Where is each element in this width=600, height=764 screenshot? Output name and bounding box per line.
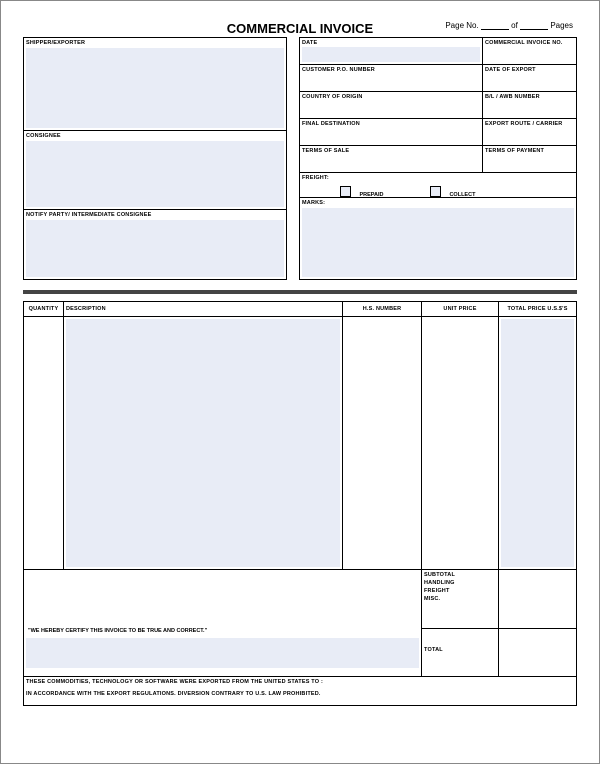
marks-label: MARKS: xyxy=(300,198,576,206)
pages-label: Pages xyxy=(550,21,573,30)
col-description: DESCRIPTION xyxy=(63,301,343,317)
pages-blank[interactable] xyxy=(520,21,548,30)
section-divider xyxy=(23,290,577,294)
col-unit-price: UNIT PRICE xyxy=(421,301,499,317)
date-label: DATE xyxy=(300,38,482,46)
col-hs-number: H.S. NUMBER xyxy=(342,301,422,317)
signature-field[interactable] xyxy=(26,638,419,668)
terms-sale-box: TERMS OF SALE xyxy=(299,145,483,173)
document-page: COMMERCIAL INVOICE Page No. of Pages SHI… xyxy=(0,0,600,764)
handling-label: HANDLING xyxy=(422,578,498,586)
invoice-no-box: COMMERCIAL INVOICE NO. xyxy=(482,37,577,65)
prepaid-checkbox[interactable] xyxy=(340,186,351,197)
misc-label: MISC. xyxy=(422,594,498,602)
notify-party-label: NOTIFY PARTY/ INTERMEDIATE CONSIGNEE xyxy=(24,210,286,218)
final-dest-label: FINAL DESTINATION xyxy=(300,119,482,127)
consignee-label: CONSIGNEE xyxy=(24,131,286,139)
shipper-exporter-field[interactable] xyxy=(26,48,284,128)
shipper-exporter-label: SHIPPER/EXPORTER xyxy=(24,38,286,46)
disclaimer-box: THESE COMMODITIES, TECHNOLOGY OR SOFTWAR… xyxy=(23,676,577,706)
bl-awb-box: B/L / AWB NUMBER xyxy=(482,91,577,119)
disclaimer-line2: IN ACCORDANCE WITH THE EXPORT REGULATION… xyxy=(24,685,576,697)
invoice-sheet: COMMERCIAL INVOICE Page No. of Pages SHI… xyxy=(23,21,577,743)
total-price-body[interactable] xyxy=(498,316,577,570)
consignee-field[interactable] xyxy=(26,141,284,207)
col-quantity: QUANTITY xyxy=(23,301,64,317)
page-number: Page No. of Pages xyxy=(445,21,573,30)
terms-payment-label: TERMS OF PAYMENT xyxy=(483,146,576,154)
consignee-box: CONSIGNEE xyxy=(23,130,287,210)
export-route-box: EXPORT ROUTE / CARRIER xyxy=(482,118,577,146)
of-label: of xyxy=(511,21,518,30)
description-fill[interactable] xyxy=(66,319,340,567)
quantity-body[interactable] xyxy=(23,316,64,570)
certify-box: "WE HEREBY CERTIFY THIS INVOICE TO BE TR… xyxy=(23,569,422,677)
export-route-label: EXPORT ROUTE / CARRIER xyxy=(483,119,576,127)
collect-checkbox[interactable] xyxy=(430,186,441,197)
hs-number-label: H.S. NUMBER xyxy=(343,302,421,312)
description-label: DESCRIPTION xyxy=(64,302,342,312)
bl-awb-label: B/L / AWB NUMBER xyxy=(483,92,576,100)
total-label-box: TOTAL xyxy=(421,628,499,677)
total-label: TOTAL xyxy=(422,629,498,653)
certify-text: "WE HEREBY CERTIFY THIS INVOICE TO BE TR… xyxy=(28,628,207,634)
total-price-label: TOTAL PRICE U.S.$'S xyxy=(499,302,576,312)
customer-po-box: CUSTOMER P.O. NUMBER xyxy=(299,64,483,92)
freight-box: FREIGHT: PREPAID COLLECT xyxy=(299,172,577,198)
date-box: DATE xyxy=(299,37,483,65)
page-no-blank[interactable] xyxy=(481,21,509,30)
country-origin-box: COUNTRY OF ORIGIN xyxy=(299,91,483,119)
freight-label: FREIGHT: xyxy=(300,173,576,181)
hs-body[interactable] xyxy=(342,316,422,570)
disclaimer-line1: THESE COMMODITIES, TECHNOLOGY OR SOFTWAR… xyxy=(24,677,576,685)
date-export-label: DATE OF EXPORT xyxy=(483,65,576,73)
terms-sale-label: TERMS OF SALE xyxy=(300,146,482,154)
page-no-label: Page No. xyxy=(445,21,478,30)
shipper-exporter-box: SHIPPER/EXPORTER xyxy=(23,37,287,131)
freight-total-label: FREIGHT xyxy=(422,586,498,594)
notify-party-box: NOTIFY PARTY/ INTERMEDIATE CONSIGNEE xyxy=(23,209,287,280)
marks-box: MARKS: xyxy=(299,197,577,280)
date-export-box: DATE OF EXPORT xyxy=(482,64,577,92)
unit-price-body[interactable] xyxy=(421,316,499,570)
unit-price-label: UNIT PRICE xyxy=(422,302,498,312)
description-body[interactable] xyxy=(63,316,343,570)
notify-party-field[interactable] xyxy=(26,220,284,277)
country-origin-label: COUNTRY OF ORIGIN xyxy=(300,92,482,100)
col-total-price: TOTAL PRICE U.S.$'S xyxy=(498,301,577,317)
terms-payment-box: TERMS OF PAYMENT xyxy=(482,145,577,173)
invoice-no-label: COMMERCIAL INVOICE NO. xyxy=(483,38,576,46)
subtotal-label: SUBTOTAL xyxy=(422,570,498,578)
total-value-box[interactable] xyxy=(498,628,577,677)
final-dest-box: FINAL DESTINATION xyxy=(299,118,483,146)
date-field[interactable] xyxy=(302,47,480,62)
totals-values-box[interactable] xyxy=(498,569,577,629)
customer-po-label: CUSTOMER P.O. NUMBER xyxy=(300,65,482,73)
quantity-label: QUANTITY xyxy=(24,302,63,312)
marks-field[interactable] xyxy=(302,208,574,277)
totals-labels-box: SUBTOTAL HANDLING FREIGHT MISC. xyxy=(421,569,499,629)
total-price-fill[interactable] xyxy=(501,319,574,567)
